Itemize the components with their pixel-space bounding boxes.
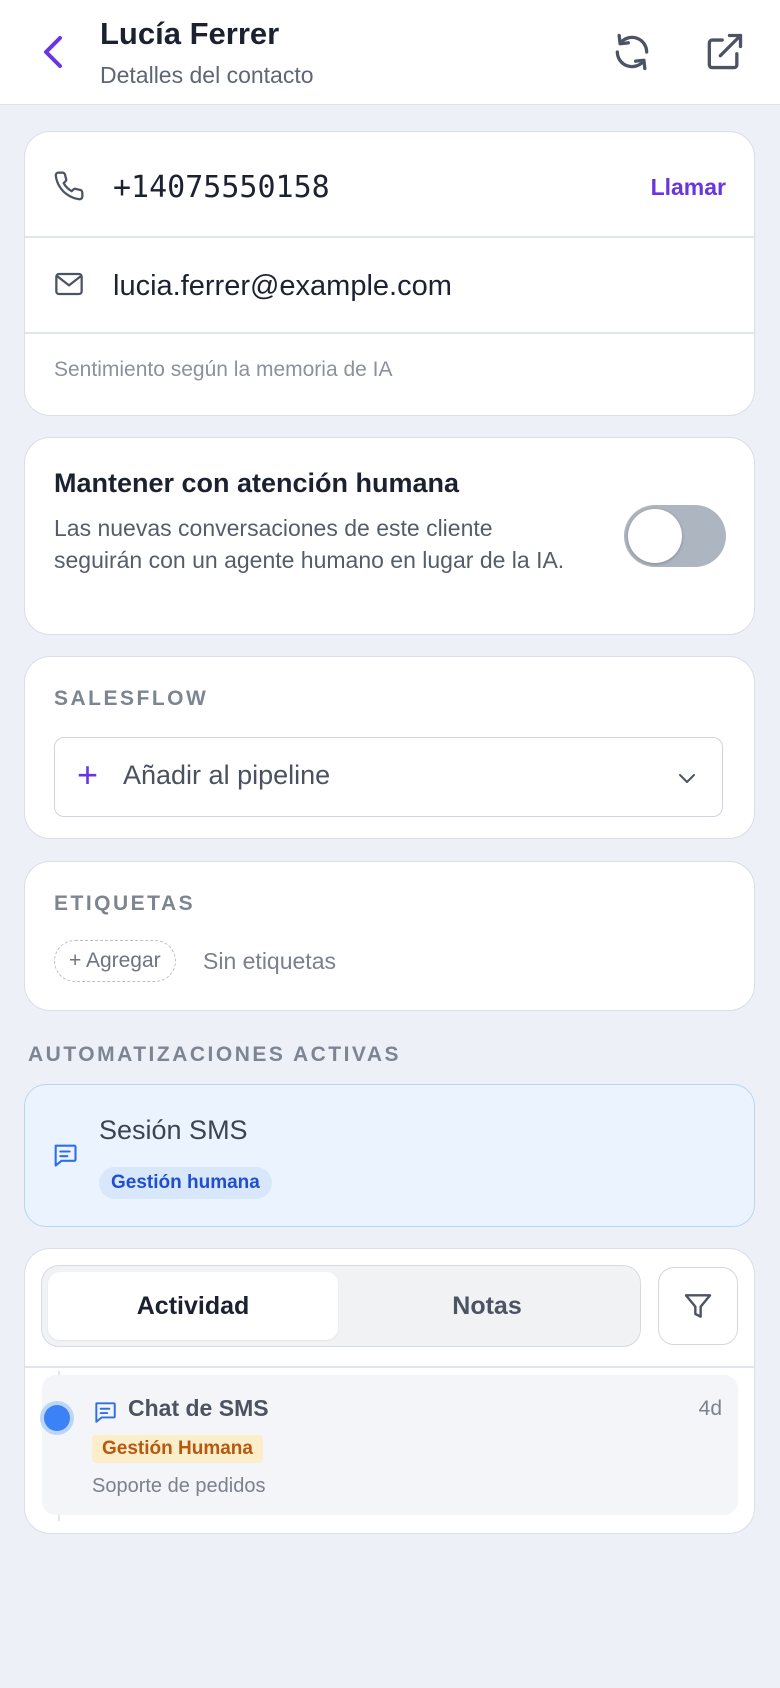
phone-number: +14075550158	[113, 170, 330, 205]
salesflow-label: SALESFLOW	[54, 687, 209, 710]
contact-info-card: +14075550158 Llamar lucia.ferrer@example…	[24, 131, 755, 416]
open-external-button[interactable]	[702, 30, 746, 74]
phone-row: +14075550158 Llamar	[25, 132, 754, 236]
human-attention-toggle[interactable]	[624, 505, 726, 567]
contact-name: Lucía Ferrer	[100, 16, 280, 51]
activity-item[interactable]: Chat de SMS 4d Gestión Humana Soporte de…	[40, 1375, 738, 1515]
header-subtitle: Detalles del contacto	[100, 62, 314, 88]
activity-badge: Gestión Humana	[92, 1435, 263, 1463]
app-header: Lucía Ferrer Detalles del contacto	[0, 0, 780, 105]
activity-time: 4d	[698, 1397, 722, 1420]
human-attention-card: Mantener con atención humana Las nuevas …	[24, 437, 755, 635]
activity-card: Actividad Notas Chat de SMS 4d Gestión H…	[24, 1248, 755, 1534]
filter-icon	[684, 1294, 712, 1318]
chevron-down-icon	[679, 774, 695, 783]
timeline-dot	[40, 1401, 74, 1435]
refresh-button[interactable]	[610, 30, 654, 74]
human-attention-description: Las nuevas conversaciones de este client…	[54, 515, 565, 573]
tab-notes[interactable]: Notas	[342, 1272, 632, 1340]
phone-icon	[54, 171, 84, 201]
tab-activity[interactable]: Actividad	[48, 1272, 338, 1340]
salesflow-card: SALESFLOW + Añadir al pipeline	[24, 656, 755, 839]
pipeline-select-text: Añadir al pipeline	[123, 760, 331, 790]
filter-button[interactable]	[658, 1267, 738, 1345]
mail-icon	[55, 272, 83, 296]
ai-sentiment-placeholder: Sentimiento según la memoria de IA	[54, 358, 393, 381]
automation-badge: Gestión humana	[99, 1167, 272, 1199]
chat-icon	[54, 1144, 77, 1167]
email-address: lucia.ferrer@example.com	[113, 270, 452, 302]
activity-subtitle: Soporte de pedidos	[92, 1475, 266, 1497]
chat-icon	[95, 1402, 116, 1423]
pipeline-select[interactable]: + Añadir al pipeline	[54, 737, 723, 817]
activity-tabs: Actividad Notas	[41, 1265, 641, 1347]
divider	[25, 332, 754, 334]
toggle-knob	[628, 509, 682, 563]
divider	[25, 1366, 754, 1368]
external-link-icon	[707, 33, 743, 70]
chevron-left-icon	[44, 36, 62, 68]
tags-label: ETIQUETAS	[54, 892, 196, 915]
tags-card: ETIQUETAS + Agregar Sin etiquetas	[24, 861, 755, 1011]
add-tag-button[interactable]: + Agregar	[54, 940, 176, 982]
automation-item[interactable]: Sesión SMS Gestión humana	[24, 1084, 755, 1227]
plus-icon: +	[77, 754, 99, 795]
back-button[interactable]	[36, 32, 70, 72]
call-button[interactable]: Llamar	[651, 174, 726, 201]
no-tags-text: Sin etiquetas	[203, 948, 336, 974]
refresh-icon	[615, 33, 649, 71]
automation-title: Sesión SMS	[99, 1115, 248, 1145]
automations-label: AUTOMATIZACIONES ACTIVAS	[28, 1043, 402, 1066]
human-attention-title: Mantener con atención humana	[54, 468, 460, 498]
activity-title: Chat de SMS	[128, 1395, 269, 1421]
